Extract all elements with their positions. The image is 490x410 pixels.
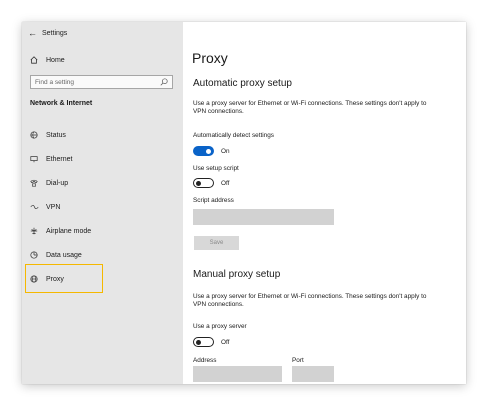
settings-window: ← Settings Home Find a setting Network &…: [22, 22, 466, 384]
manual-proxy-heading: Manual proxy setup: [193, 269, 281, 280]
setup-script-toggle[interactable]: [193, 178, 214, 188]
setup-script-state: Off: [221, 180, 230, 187]
sidebar-item-label: Home: [46, 56, 65, 64]
search-input[interactable]: Find a setting: [30, 75, 173, 89]
address-label: Address: [193, 357, 217, 364]
ethernet-icon: [30, 155, 44, 163]
address-field[interactable]: [193, 366, 282, 382]
sidebar-item-label: Ethernet: [46, 155, 73, 163]
sidebar-item-label: Dial-up: [46, 179, 69, 187]
airplane-icon: [30, 227, 44, 235]
save-button[interactable]: Save: [194, 236, 239, 250]
section-heading: Network & Internet: [30, 100, 93, 107]
toggle-knob: [206, 148, 211, 154]
use-proxy-state: Off: [221, 339, 230, 346]
sidebar-item-ethernet[interactable]: Ethernet: [30, 152, 72, 166]
data-usage-icon: [30, 251, 44, 259]
auto-detect-label: Automatically detect settings: [193, 132, 274, 139]
auto-detect-toggle[interactable]: [193, 146, 214, 156]
sidebar-item-home[interactable]: Home: [30, 53, 65, 67]
sidebar-item-label: VPN: [46, 203, 61, 211]
globe-status-icon: [30, 131, 44, 139]
sidebar-item-dialup[interactable]: Dial-up: [30, 176, 68, 190]
window-title: Settings: [42, 29, 68, 37]
script-address-field[interactable]: [193, 209, 334, 225]
sidebar-item-vpn[interactable]: VPN: [30, 200, 60, 214]
sidebar-item-label: Status: [46, 131, 66, 139]
page-title: Proxy: [192, 50, 228, 66]
sidebar: ← Settings Home Find a setting Network &…: [22, 22, 183, 384]
dialup-icon: [30, 179, 44, 187]
back-arrow-icon[interactable]: ←: [28, 28, 42, 38]
port-field[interactable]: [292, 366, 334, 382]
port-label: Port: [292, 357, 304, 364]
home-icon: [30, 56, 44, 64]
search-placeholder: Find a setting: [35, 78, 75, 86]
main-panel: Proxy Automatic proxy setup Use a proxy …: [183, 22, 466, 384]
toggle-knob: [196, 339, 201, 345]
proxy-highlight-box: [25, 264, 103, 293]
search-icon[interactable]: [160, 78, 168, 88]
manual-proxy-description: Use a proxy server for Ethernet or Wi-Fi…: [193, 293, 427, 308]
use-proxy-toggle[interactable]: [193, 337, 214, 347]
sidebar-item-data-usage[interactable]: Data usage: [30, 248, 82, 262]
setup-script-label: Use setup script: [193, 165, 239, 172]
automatic-proxy-heading: Automatic proxy setup: [193, 78, 292, 89]
use-proxy-label: Use a proxy server: [193, 323, 247, 330]
sidebar-item-status[interactable]: Status: [30, 128, 66, 142]
sidebar-item-airplane[interactable]: Airplane mode: [30, 224, 91, 238]
automatic-proxy-description: Use a proxy server for Ethernet or Wi-Fi…: [193, 100, 427, 115]
vpn-icon: [30, 203, 44, 211]
script-address-label: Script address: [193, 197, 234, 204]
title-bar: ← Settings: [28, 26, 67, 40]
sidebar-item-label: Data usage: [46, 251, 82, 259]
auto-detect-state: On: [221, 148, 230, 155]
sidebar-item-label: Airplane mode: [46, 227, 92, 235]
toggle-knob: [196, 180, 201, 186]
